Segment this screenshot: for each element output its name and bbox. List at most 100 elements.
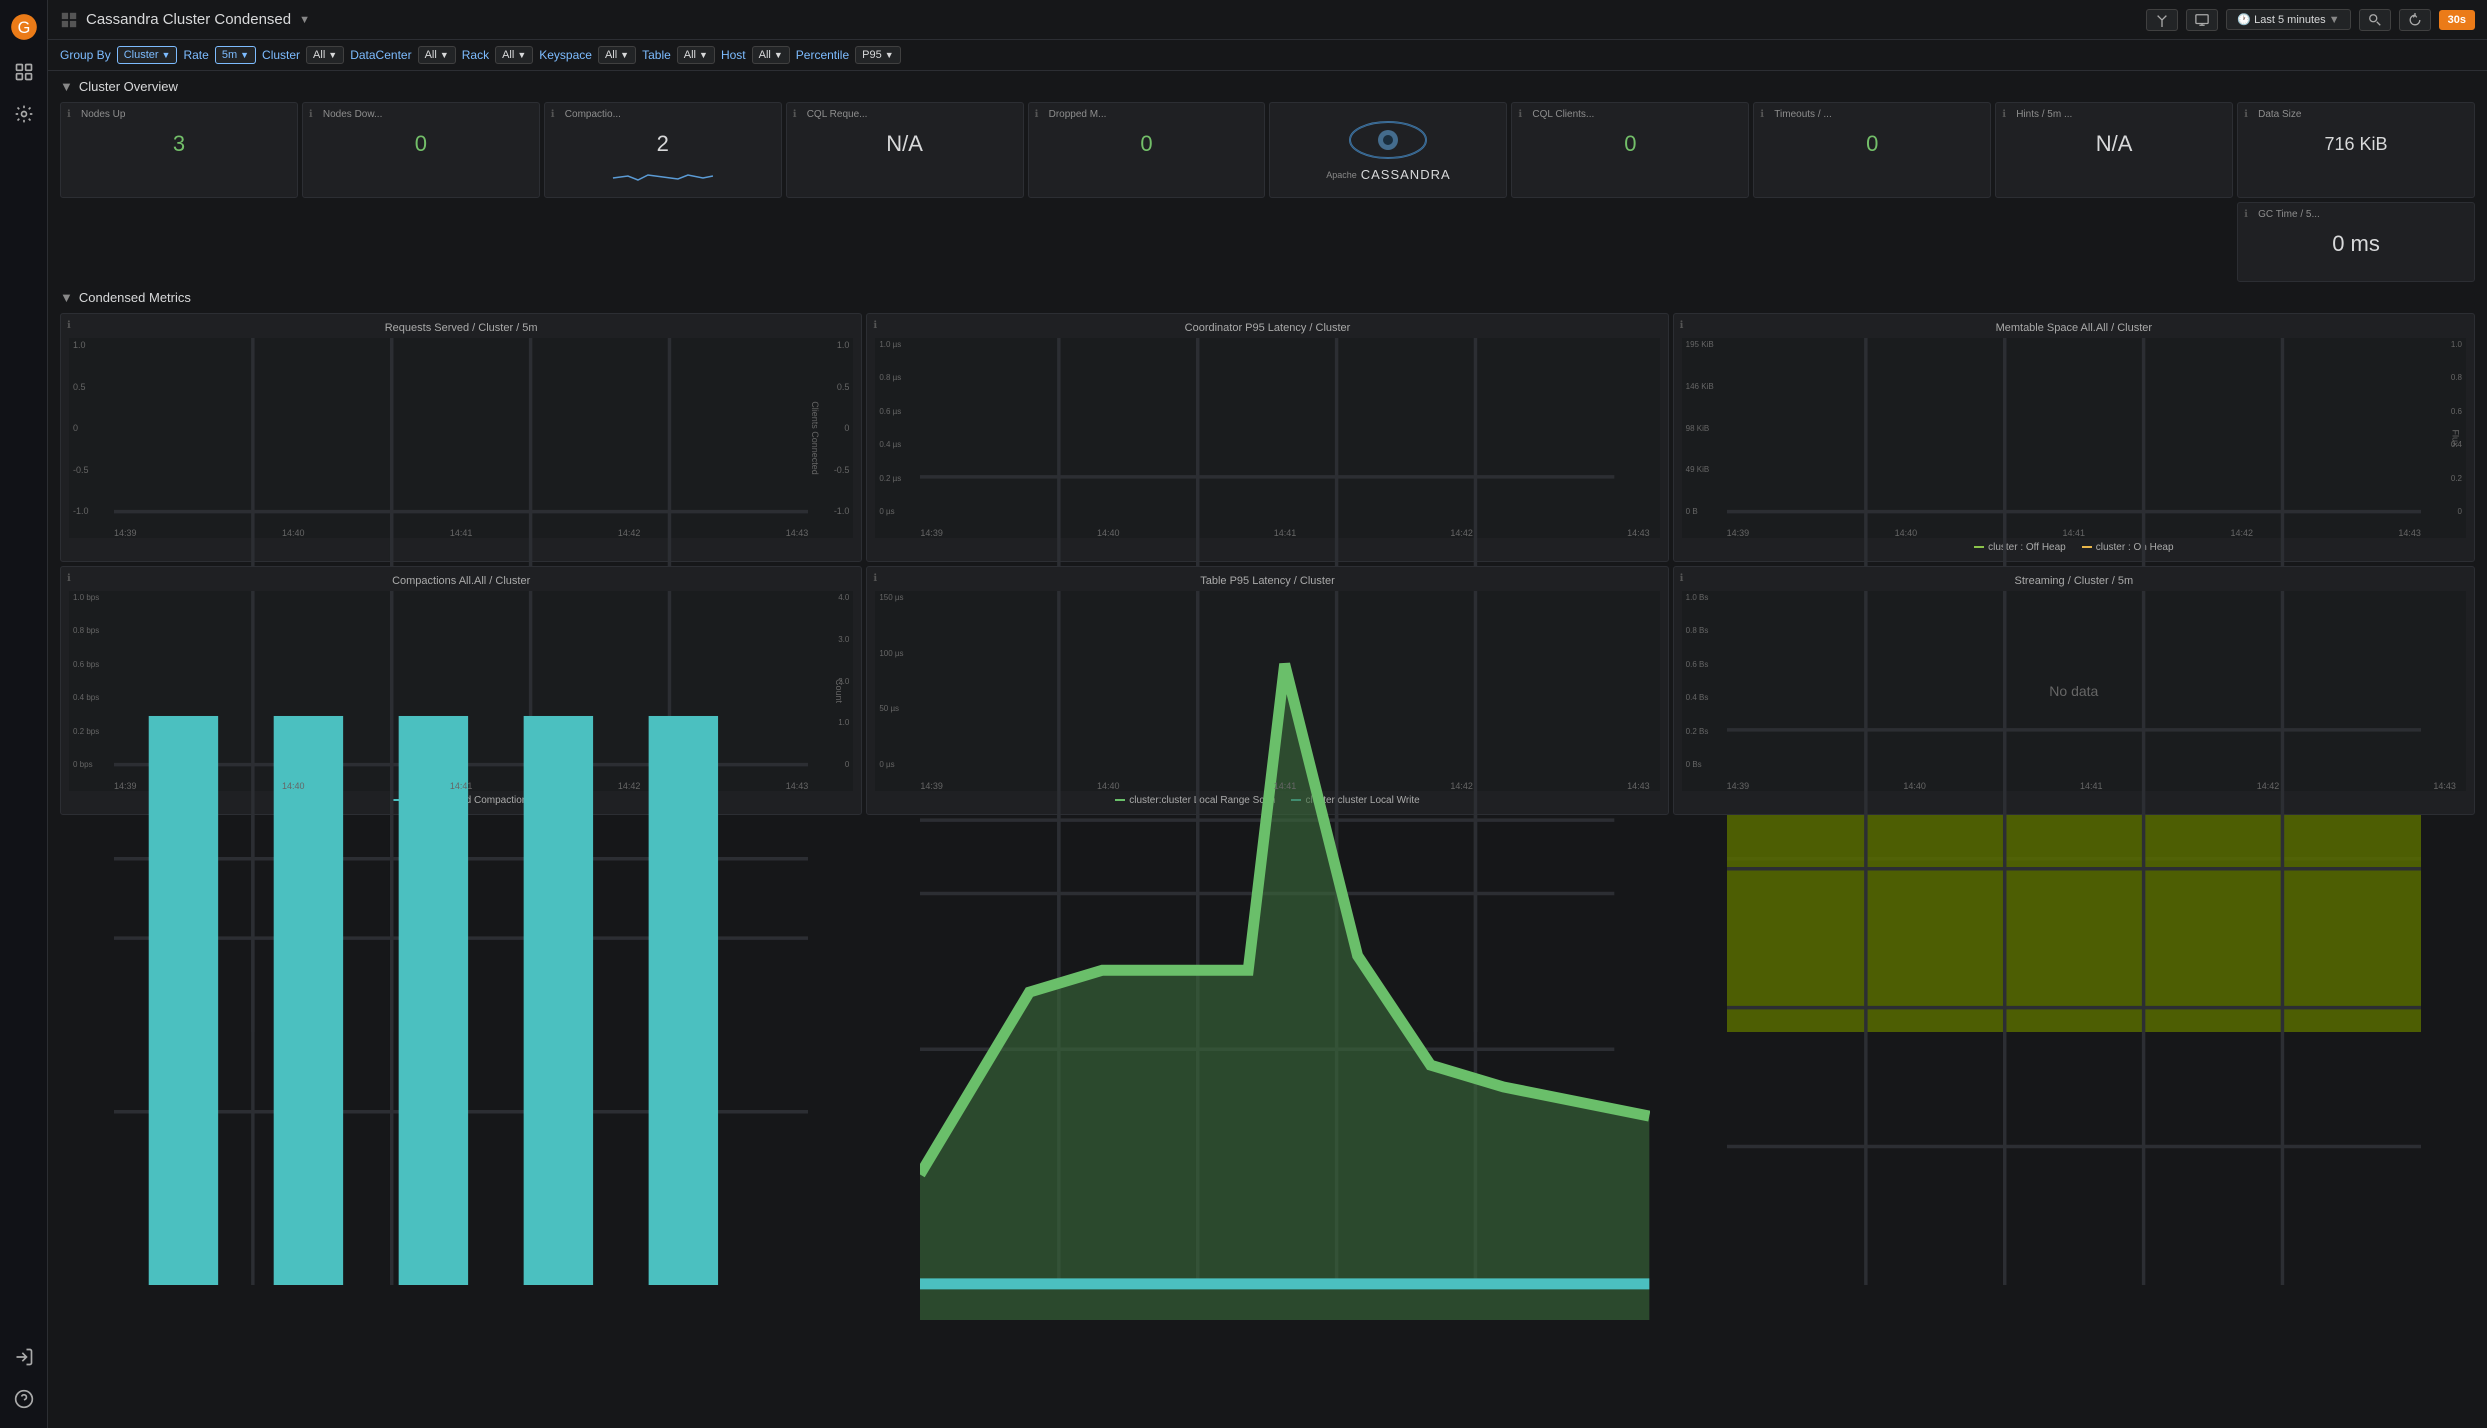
chart-area-2: 1.0 µs0.8 µs0.6 µs0.4 µs0.2 µs0 µs [875, 338, 1659, 538]
timeouts-title: Timeouts / ... [1762, 109, 1982, 120]
refresh-interval-button[interactable]: 30s [2439, 10, 2475, 30]
topbar-right: 🕐 Last 5 minutes ▼ 30s [2146, 9, 2475, 31]
svg-text:G: G [17, 19, 30, 37]
hints-value: N/A [2004, 124, 2224, 164]
stat-card-cql-clients: ℹ CQL Clients... 0 [1511, 102, 1749, 198]
group-by-select[interactable]: Cluster ▼ [117, 46, 178, 64]
info-icon-8[interactable]: ℹ [2002, 109, 2006, 120]
chart-table-latency: ℹ Table P95 Latency / Cluster 150 µs100 … [866, 566, 1668, 815]
tv-mode-button[interactable] [2186, 9, 2218, 31]
cql-requests-value: N/A [795, 124, 1015, 164]
x-axis-6: 14:3914:4014:4114:4214:43 [1727, 781, 2456, 791]
stat-card-hints: ℹ Hints / 5m ... N/A [1995, 102, 2233, 198]
group-by-label: Group By [60, 48, 111, 62]
x-axis-3: 14:3914:4014:4114:4214:43 [1727, 528, 2421, 538]
y-axis-6: 1.0 Bs0.8 Bs0.6 Bs0.4 Bs0.2 Bs0 Bs [1682, 591, 1727, 771]
chart-area-5: 150 µs100 µs50 µs0 µs [875, 591, 1659, 791]
rack-select[interactable]: All ▼ [495, 46, 533, 64]
page-title: Cassandra Cluster Condensed [86, 11, 291, 28]
cluster-select[interactable]: All ▼ [306, 46, 344, 64]
info-icon-5[interactable]: ℹ [1035, 109, 1039, 120]
grid-6 [1727, 591, 2421, 1285]
chart-compactions: ℹ Compactions All.All / Cluster 1.0 bps0… [60, 566, 862, 815]
datacenter-select[interactable]: All ▼ [418, 46, 456, 64]
sidebar-item-login[interactable] [6, 1339, 42, 1375]
condensed-metrics-title: Condensed Metrics [79, 290, 191, 305]
right-axis-label-1: Clients Connected [810, 401, 820, 475]
info-icon-6[interactable]: ℹ [1518, 109, 1522, 120]
chart-area-3: 195 KiB146 KiB98 KiB49 KiB0 B 1.00.80.60… [1682, 338, 2466, 538]
sidebar: G [0, 0, 48, 1428]
sidebar-item-help[interactable] [6, 1381, 42, 1417]
refresh-button[interactable] [2399, 9, 2431, 31]
stat-card-gc-time-real: ℹ GC Time / 5... 0 ms [2237, 202, 2475, 282]
compactions-value: 2 [553, 124, 773, 164]
data-size-value: 716 KiB [2246, 124, 2466, 164]
info-icon[interactable]: ℹ [67, 109, 71, 120]
cluster-overview-header: ▼ Cluster Overview [60, 79, 2475, 94]
y-axis-right-4: 4.03.02.01.00 [808, 591, 853, 771]
time-range-button[interactable]: 🕐 Last 5 minutes ▼ [2226, 9, 2350, 30]
collapse-icon[interactable]: ▼ [60, 79, 73, 94]
toolbar: Group By Cluster ▼ Rate 5m ▼ Cluster All… [48, 40, 2487, 71]
chart-info-2[interactable]: ℹ [873, 320, 877, 331]
x-axis-5: 14:3914:4014:4114:4214:43 [920, 781, 1649, 791]
info-icon-2[interactable]: ℹ [309, 109, 313, 120]
chart-info-4[interactable]: ℹ [67, 573, 71, 584]
nodes-down-title: Nodes Dow... [311, 109, 531, 120]
cluster-label: Cluster [262, 48, 300, 62]
sidebar-item-home[interactable] [6, 54, 42, 90]
chart-svg-4 [114, 591, 808, 1285]
y-axis-left-1: 1.00.50-0.5-1.0 [69, 338, 114, 518]
nodes-up-value: 3 [69, 124, 289, 164]
info-icon-9[interactable]: ℹ [2244, 109, 2248, 120]
chart-area-6: 1.0 Bs0.8 Bs0.6 Bs0.4 Bs0.2 Bs0 Bs No da… [1682, 591, 2466, 791]
chart-title-2: Coordinator P95 Latency / Cluster [875, 322, 1659, 334]
rate-select[interactable]: 5m ▼ [215, 46, 256, 64]
host-label: Host [721, 48, 746, 62]
cql-requests-title: CQL Reque... [795, 109, 1015, 120]
chart-info-3[interactable]: ℹ [1680, 320, 1684, 331]
search-button[interactable] [2359, 9, 2391, 31]
grafana-logo[interactable]: G [8, 11, 40, 43]
stat-card-timeouts: ℹ Timeouts / ... 0 [1753, 102, 1991, 198]
chart-info-5[interactable]: ℹ [873, 573, 877, 584]
main-content: Cassandra Cluster Condensed ▼ 🕐 Last 5 m… [48, 0, 2487, 1428]
cluster-overview-title: Cluster Overview [79, 79, 178, 94]
rate-label: Rate [183, 48, 208, 62]
share-button[interactable] [2146, 9, 2178, 31]
sidebar-item-settings[interactable] [6, 96, 42, 132]
percentile-label: Percentile [796, 48, 849, 62]
y-axis-2: 1.0 µs0.8 µs0.6 µs0.4 µs0.2 µs0 µs [875, 338, 920, 518]
topbar-left: Cassandra Cluster Condensed ▼ [60, 11, 310, 29]
chart-info-6[interactable]: ℹ [1680, 573, 1684, 584]
chart-grid-row1: ℹ Requests Served / Cluster / 5m 1.00.50… [60, 313, 2475, 562]
info-icon-3[interactable]: ℹ [551, 109, 555, 120]
keyspace-select[interactable]: All ▼ [598, 46, 636, 64]
cql-clients-title: CQL Clients... [1520, 109, 1740, 120]
table-select[interactable]: All ▼ [677, 46, 715, 64]
chart-info-1[interactable]: ℹ [67, 320, 71, 331]
timeouts-value: 0 [1762, 124, 1982, 164]
y-axis-5: 150 µs100 µs50 µs0 µs [875, 591, 920, 771]
x-axis-4: 14:3914:4014:4114:4214:43 [114, 781, 808, 791]
chart-svg-5 [920, 591, 1649, 1320]
gc-time-value: 0 ms [2246, 224, 2466, 264]
info-icon-10[interactable]: ℹ [2244, 209, 2248, 220]
stat-card-compactions: ℹ Compactio... 2 [544, 102, 782, 198]
chart-area-4: 1.0 bps0.8 bps0.6 bps0.4 bps0.2 bps0 bps… [69, 591, 853, 791]
stat-card-nodes-up: ℹ Nodes Up 3 [60, 102, 298, 198]
collapse-icon-2[interactable]: ▼ [60, 290, 73, 305]
nodes-down-value: 0 [311, 124, 531, 164]
hints-title: Hints / 5m ... [2004, 109, 2224, 120]
chart-requests-served: ℹ Requests Served / Cluster / 5m 1.00.50… [60, 313, 862, 562]
info-icon-4[interactable]: ℹ [793, 109, 797, 120]
chart-area-1: 1.00.50-0.5-1.0 1.00.50-0.5-1.0 [69, 338, 853, 538]
y-axis-3: 195 KiB146 KiB98 KiB49 KiB0 B [1682, 338, 1727, 518]
chart-grid-row2: ℹ Compactions All.All / Cluster 1.0 bps0… [60, 566, 2475, 815]
x-axis-2: 14:3914:4014:4114:4214:43 [920, 528, 1649, 538]
info-icon-7[interactable]: ℹ [1760, 109, 1764, 120]
host-select[interactable]: All ▼ [752, 46, 790, 64]
percentile-select[interactable]: P95 ▼ [855, 46, 901, 64]
dropped-value: 0 [1037, 124, 1257, 164]
